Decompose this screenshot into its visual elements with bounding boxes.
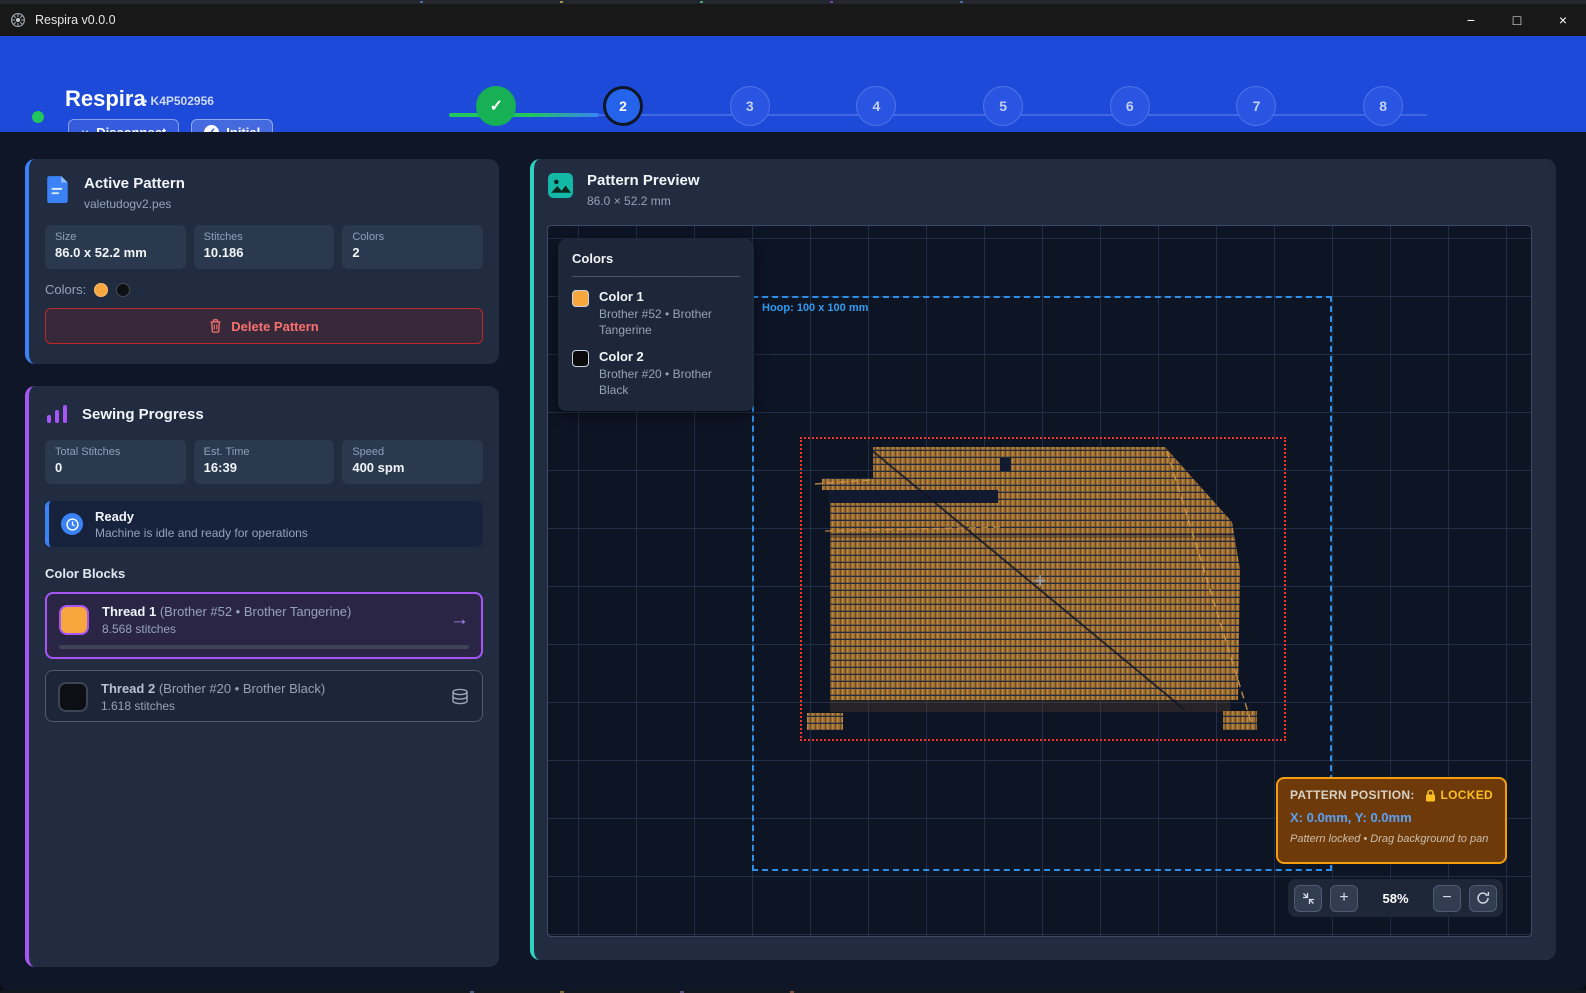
minimize-button[interactable]: − — [1448, 4, 1494, 36]
colors-label: Colors: — [45, 282, 86, 297]
brand-name: Respira — [65, 86, 146, 112]
thread-1-progress — [59, 645, 469, 649]
fit-view-icon — [1302, 892, 1315, 905]
preview-canvas[interactable]: Hoop: 100 x 100 mm — [547, 225, 1532, 937]
sewing-progress-card: Sewing Progress Total Stitches 0 Est. Ti… — [25, 386, 499, 967]
fit-view-button[interactable] — [1294, 885, 1322, 912]
pattern-dimensions: 86.0 × 52.2 mm — [587, 194, 700, 208]
image-icon — [547, 172, 574, 199]
zoom-level: 58% — [1366, 891, 1425, 906]
color-blocks-label: Color Blocks — [45, 566, 483, 581]
legend-swatch-1 — [572, 290, 589, 307]
bar-chart-icon — [45, 402, 69, 426]
color-swatch-black — [116, 283, 130, 297]
hoop-label: Hoop: 100 x 100 mm — [762, 302, 868, 314]
colors-legend: Colors Color 1 Brother #52 • Brother Tan… — [558, 239, 754, 411]
pattern-preview-card: Pattern Preview 86.0 × 52.2 mm Hoop: 100… — [530, 159, 1556, 960]
stat-speed: Speed 400 spm — [342, 440, 483, 484]
file-icon — [45, 175, 71, 203]
zoom-in-button[interactable]: + — [1330, 885, 1358, 912]
clock-icon — [61, 513, 83, 535]
status-desc: Machine is idle and ready for operations — [95, 526, 308, 540]
thread-1-swatch — [59, 605, 89, 635]
pattern-position-overlay: PATTERN POSITION: LOCKED X: 0.0mm, Y: 0.… — [1276, 777, 1507, 864]
main-content: Active Pattern valetudogv2.pes Size 86.0… — [0, 132, 1586, 990]
color-swatch-tangerine — [94, 283, 108, 297]
thread-2-block[interactable]: Thread 2 (Brother #20 • Brother Black) 1… — [45, 670, 483, 722]
stat-est-time: Est. Time 16:39 — [194, 440, 335, 484]
machine-serial: • K4P502956 — [143, 94, 214, 108]
trash-icon — [209, 319, 222, 333]
zoom-toolbar: + 58% − — [1288, 879, 1503, 917]
stat-total-stitches: Total Stitches 0 — [45, 440, 186, 484]
locked-badge: LOCKED — [1441, 788, 1493, 802]
active-pattern-title: Active Pattern — [84, 175, 185, 192]
stat-colors: Colors 2 — [342, 225, 483, 269]
zoom-out-button[interactable]: − — [1433, 885, 1461, 912]
pan-hint: Pattern locked • Drag background to pan — [1290, 833, 1493, 845]
reset-view-button[interactable] — [1469, 885, 1497, 912]
maximize-button[interactable]: □ — [1494, 4, 1540, 36]
connection-status-dot — [32, 111, 44, 123]
thread-1-block[interactable]: Thread 1 (Brother #52 • Brother Tangerin… — [45, 592, 483, 659]
lock-icon — [1425, 789, 1436, 802]
layers-icon — [450, 688, 470, 706]
legend-color-2: Color 2 Brother #20 • Brother Black — [572, 349, 740, 398]
app-window: Respira v0.0.0 − □ × Respira • K4P502956… — [0, 0, 1586, 993]
machine-status-banner: Ready Machine is idle and ready for oper… — [45, 501, 483, 547]
check-icon: ✓ — [490, 96, 503, 116]
status-title: Ready — [95, 509, 308, 524]
pattern-preview-title: Pattern Preview — [587, 172, 700, 189]
header: Respira • K4P502956 × Disconnect ✓ Initi… — [0, 36, 1586, 132]
sewing-progress-title: Sewing Progress — [82, 406, 204, 423]
stat-size: Size 86.0 x 52.2 mm — [45, 225, 186, 269]
pattern-coordinates: X: 0.0mm, Y: 0.0mm — [1290, 810, 1493, 825]
stat-stitches: Stitches 10.186 — [194, 225, 335, 269]
app-icon — [10, 12, 26, 28]
window-title: Respira v0.0.0 — [35, 13, 116, 27]
pattern-position-label: PATTERN POSITION: — [1290, 788, 1415, 802]
refresh-icon — [1476, 891, 1490, 905]
delete-pattern-button[interactable]: Delete Pattern — [45, 308, 483, 344]
legend-color-1: Color 1 Brother #52 • Brother Tangerine — [572, 289, 740, 338]
pattern-filename: valetudogv2.pes — [84, 197, 185, 211]
titlebar: Respira v0.0.0 − □ × — [0, 4, 1586, 36]
hoop-center-crosshair: + — [1029, 570, 1051, 592]
legend-swatch-2 — [572, 350, 589, 367]
active-pattern-card: Active Pattern valetudogv2.pes Size 86.0… — [25, 159, 499, 364]
close-button[interactable]: × — [1540, 4, 1586, 36]
thread-2-swatch — [58, 682, 88, 712]
arrow-right-icon[interactable]: → — [450, 609, 469, 631]
